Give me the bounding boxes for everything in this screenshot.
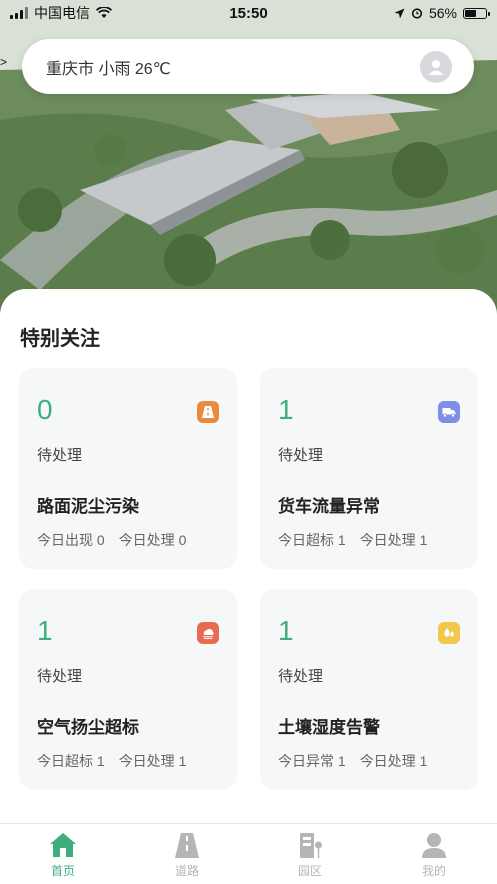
card-road-dust[interactable]: 0 待处理 路面泥尘污染 今日出现 0 今日处理 0: [19, 368, 237, 569]
stat-today: 今日超标 1: [37, 753, 105, 769]
pending-count: 1: [278, 394, 294, 425]
location-weather-bar[interactable]: 重庆市 小雨 26℃: [22, 39, 474, 94]
tab-road[interactable]: 道路: [147, 830, 227, 879]
pending-count: 0: [37, 394, 53, 425]
stat-today: 今日超标 1: [278, 532, 346, 548]
card-stats: 今日出现 0 今日处理 0: [37, 530, 186, 550]
stat-handled: 今日处理 1: [359, 532, 428, 548]
stat-handled: 今日处理 0: [118, 532, 187, 548]
avatar[interactable]: [420, 50, 452, 83]
stat-handled: 今日处理 1: [118, 753, 187, 769]
back-chevron-icon[interactable]: >: [0, 55, 7, 69]
tab-label: 道路: [174, 864, 199, 878]
card-title: 土壤湿度告警: [278, 718, 380, 737]
water-drop-icon: [438, 622, 460, 644]
stat-today: 今日异常 1: [278, 753, 346, 769]
card-truck-flow[interactable]: 1 待处理 货车流量异常 今日超标 1 今日处理 1: [260, 368, 478, 569]
tab-label: 我的: [421, 864, 446, 878]
location-weather-text: 重庆市 小雨 26℃: [46, 60, 171, 78]
tab-label: 首页: [50, 864, 75, 878]
card-title: 空气扬尘超标: [37, 718, 139, 737]
tab-mine[interactable]: 我的: [394, 830, 474, 879]
truck-icon: [438, 401, 460, 423]
road-icon: [175, 833, 199, 858]
stat-handled: 今日处理 1: [359, 753, 428, 769]
card-air-dust[interactable]: 1 待处理 空气扬尘超标 今日超标 1 今日处理 1: [19, 589, 237, 790]
bottom-tab-bar: 首页 道路 园区 我的: [0, 823, 497, 884]
card-title: 路面泥尘污染: [37, 497, 139, 516]
card-title: 货车流量异常: [278, 497, 380, 516]
card-stats: 今日异常 1 今日处理 1: [278, 751, 427, 771]
card-soil-humidity[interactable]: 1 待处理 土壤湿度告警 今日异常 1 今日处理 1: [260, 589, 478, 790]
battery-percent: 56%: [428, 5, 457, 21]
section-title: 特别关注: [20, 328, 100, 350]
tab-home[interactable]: 首页: [23, 830, 103, 879]
tab-park[interactable]: 园区: [270, 830, 350, 879]
user-icon: [428, 59, 444, 75]
card-stats: 今日超标 1 今日处理 1: [37, 751, 186, 771]
park-icon: [300, 833, 322, 858]
road-icon: [197, 401, 219, 423]
home-icon: [50, 833, 76, 857]
pending-label: 待处理: [37, 668, 83, 685]
attention-panel: 特别关注 0 待处理 路面泥尘污染 今日出现 0 今日处理 0 1 待处理 货车…: [0, 289, 497, 824]
alarm-icon: [411, 8, 423, 19]
battery-icon: [463, 7, 490, 19]
stat-today: 今日出现 0: [37, 532, 105, 548]
pending-label: 待处理: [37, 447, 83, 464]
status-bar: 中国电信 15:50 56%: [0, 0, 497, 26]
pending-count: 1: [37, 615, 53, 646]
dust-cloud-icon: [197, 622, 219, 644]
user-icon: [422, 833, 446, 858]
pending-label: 待处理: [278, 447, 324, 464]
pending-label: 待处理: [278, 668, 324, 685]
card-stats: 今日超标 1 今日处理 1: [278, 530, 427, 550]
location-arrow-icon: [394, 8, 405, 18]
pending-count: 1: [278, 615, 294, 646]
tab-label: 园区: [297, 864, 322, 878]
